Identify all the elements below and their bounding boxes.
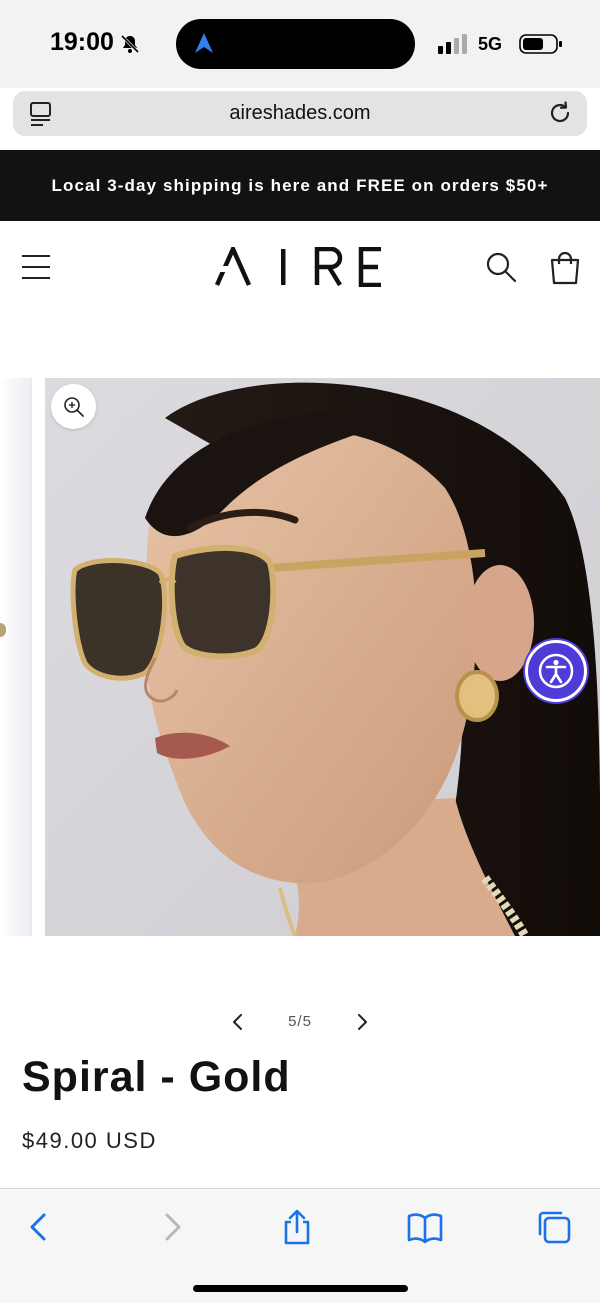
back-icon[interactable] xyxy=(22,1209,58,1245)
signal-icon xyxy=(438,34,467,54)
model-wearing-sunglasses-image xyxy=(45,378,600,936)
zoom-in-icon xyxy=(64,397,84,417)
zoom-button[interactable] xyxy=(51,384,96,429)
cart-icon[interactable] xyxy=(549,251,581,285)
network-type: 5G xyxy=(478,34,503,54)
tabs-icon[interactable] xyxy=(536,1209,572,1245)
brand-logo[interactable] xyxy=(215,247,385,287)
product-price: $49.00 USD xyxy=(22,1128,157,1153)
accessibility-button[interactable] xyxy=(525,640,587,702)
reload-icon[interactable] xyxy=(547,100,573,126)
url-text[interactable]: aireshades.com xyxy=(13,102,587,125)
address-bar[interactable]: aireshades.com xyxy=(13,91,587,136)
accessibility-icon xyxy=(538,653,574,689)
status-time: 19:00 xyxy=(50,28,114,56)
previous-slide-preview[interactable] xyxy=(0,378,32,936)
chevron-right-icon[interactable] xyxy=(350,1010,374,1034)
menu-icon[interactable] xyxy=(22,254,50,280)
location-arrow-icon xyxy=(195,33,213,53)
search-icon[interactable] xyxy=(485,251,517,283)
slide-counter: 5/5 xyxy=(288,1013,312,1030)
previous-slide-detail xyxy=(0,623,6,637)
bell-muted-icon xyxy=(120,34,140,54)
dynamic-island xyxy=(176,19,415,69)
battery-icon xyxy=(519,34,562,54)
status-bar: 19:00 5G xyxy=(0,0,600,88)
slider-controls: 5/5 xyxy=(0,1005,600,1039)
bookmarks-icon[interactable] xyxy=(407,1209,443,1245)
product-image[interactable] xyxy=(45,378,600,936)
announcement-bar: Local 3-day shipping is here and FREE on… xyxy=(0,150,600,221)
browser-toolbar xyxy=(0,1188,600,1303)
site-header xyxy=(0,221,600,313)
chevron-left-icon[interactable] xyxy=(226,1010,250,1034)
product-title: Spiral - Gold xyxy=(22,1053,291,1101)
forward-icon[interactable] xyxy=(153,1209,189,1245)
share-icon[interactable] xyxy=(279,1209,315,1245)
home-indicator xyxy=(193,1285,408,1292)
product-gallery[interactable] xyxy=(0,378,600,936)
